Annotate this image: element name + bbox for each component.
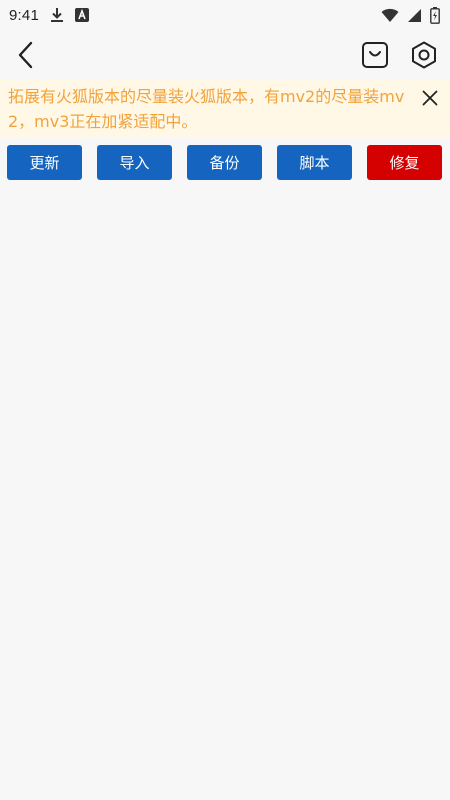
notice-close-button[interactable] bbox=[419, 87, 441, 109]
back-arrow-icon bbox=[16, 41, 36, 69]
update-button[interactable]: 更新 bbox=[7, 145, 82, 180]
notice-text: 拓展有火狐版本的尽量装火狐版本，有mv2的尽量装mv2，mv3正在加紧适配中。 bbox=[8, 87, 405, 131]
wifi-icon bbox=[381, 8, 399, 23]
import-button[interactable]: 导入 bbox=[97, 145, 172, 180]
status-time: 9:41 bbox=[9, 6, 39, 24]
a-icon bbox=[75, 8, 89, 22]
settings-button[interactable] bbox=[408, 39, 440, 71]
signal-icon bbox=[407, 8, 422, 23]
status-left: 9:41 bbox=[9, 7, 89, 24]
download-icon bbox=[49, 7, 65, 23]
action-buttons-row: 更新 导入 备份 脚本 修复 bbox=[7, 145, 443, 180]
script-button[interactable]: 脚本 bbox=[277, 145, 352, 180]
shopping-bag-button[interactable] bbox=[359, 39, 391, 71]
status-bar: 9:41 bbox=[0, 0, 450, 30]
hexagon-settings-icon bbox=[410, 41, 438, 69]
app-bar bbox=[0, 30, 450, 80]
back-button[interactable] bbox=[10, 39, 42, 71]
repair-button[interactable]: 修复 bbox=[367, 145, 442, 180]
shopping-bag-icon bbox=[361, 41, 389, 69]
close-icon bbox=[422, 90, 438, 106]
backup-button[interactable]: 备份 bbox=[187, 145, 262, 180]
status-right bbox=[381, 6, 440, 24]
battery-charging-icon bbox=[430, 6, 440, 24]
notice-banner: 拓展有火狐版本的尽量装火狐版本，有mv2的尽量装mv2，mv3正在加紧适配中。 bbox=[0, 80, 450, 138]
